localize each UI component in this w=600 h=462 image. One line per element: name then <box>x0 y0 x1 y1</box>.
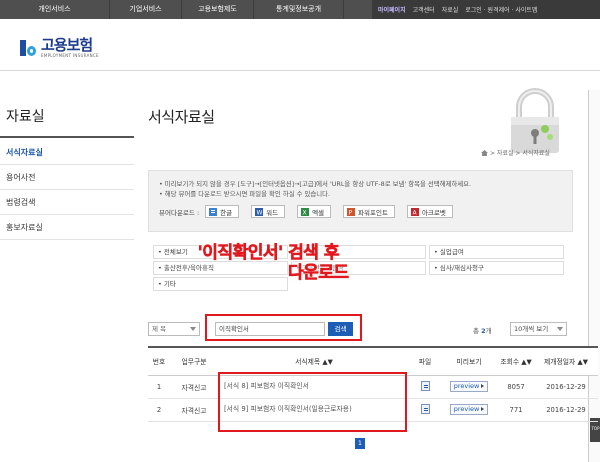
sidebar-item-forms[interactable]: 서식자료실 <box>0 140 134 165</box>
cell-no: 1 <box>148 375 170 399</box>
cell-file <box>410 375 440 399</box>
col-header-date[interactable]: 제개정일자 ▲▼ <box>534 346 598 376</box>
viewer-acrobat-label: 아크로벳 <box>421 208 446 217</box>
powerpoint-icon: P <box>347 207 356 216</box>
breadcrumb-text: > 자료실 > 서식자료실 <box>490 150 550 157</box>
viewer-download-row: 뷰어다운로드 : 한글 W 워드 X 엑셀 P 파워포인트 A 아크로벳 <box>159 205 562 218</box>
cell-category: 자격신고 <box>170 375 218 399</box>
cell-views: 8057 <box>498 375 534 399</box>
header: 고용보험 EMPLOYMENT INSURANCE <box>0 19 600 71</box>
svg-text:W: W <box>257 209 263 216</box>
logo[interactable]: 고용보험 EMPLOYMENT INSURANCE <box>18 37 99 58</box>
per-page-value: 10개씩 보기 <box>514 325 549 333</box>
svg-text:P: P <box>349 209 353 216</box>
word-icon: W <box>255 207 264 216</box>
breadcrumb: > 자료실 > 서식자료실 <box>481 148 550 157</box>
col-header-title[interactable]: 서식제목 ▲▼ <box>218 346 410 376</box>
search-button[interactable]: 검색 <box>328 322 353 336</box>
sidebar-divider <box>0 136 134 138</box>
total-prefix: 총 <box>473 327 479 335</box>
col-header-category: 업무구분 <box>170 346 218 376</box>
cell-category: 자격신고 <box>170 398 218 422</box>
util-links[interactable]: 로그인 · 원격제어 · 사이트맵 <box>465 5 537 14</box>
notice-line-1: • 미리보기가 되지 않을 경우 [도구]→[인터넷옵션]→[고급]에서 'UR… <box>159 180 472 188</box>
cell-date: 2016-12-29 <box>534 375 598 399</box>
col-header-file: 파일 <box>410 346 440 376</box>
annotation-text: '이직확인서' 검색 후 다운로드 <box>188 243 350 284</box>
highlight-box-results <box>218 372 407 432</box>
customer-center-link[interactable]: 고객센터 <box>413 5 435 14</box>
preview-label: preview <box>453 382 480 390</box>
my-area: 마이페이지 고객센터 자료실 로그인 · 원격제어 · 사이트맵 <box>372 0 600 19</box>
search-field-value: 제 목 <box>152 325 167 333</box>
viewer-excel-button[interactable]: X 엑셀 <box>297 205 332 218</box>
notice-box: • 미리보기가 되지 않을 경우 [도구]→[인터넷옵션]→[고급]에서 'UR… <box>148 170 573 232</box>
hangul-icon <box>209 207 218 216</box>
cell-no: 2 <box>148 398 170 422</box>
cell-views: 771 <box>498 398 534 422</box>
category-unemployment[interactable]: • 실업급여 <box>429 245 564 259</box>
chevron-down-icon <box>557 327 563 331</box>
lock-icon <box>511 88 559 153</box>
menu-statistics[interactable]: 통계및정보공개 <box>254 0 344 19</box>
sidebar-item-glossary[interactable]: 용어사전 <box>0 165 134 190</box>
home-icon[interactable] <box>481 150 488 156</box>
logo-icon <box>18 38 38 58</box>
sidebar-title: 자료실 <box>6 109 45 125</box>
per-page-select[interactable]: 10개씩 보기 <box>510 322 567 336</box>
logo-title: 고용보험 <box>41 36 93 54</box>
svg-text:X: X <box>303 209 307 216</box>
file-download-icon[interactable] <box>420 380 430 391</box>
file-download-icon[interactable] <box>420 403 430 414</box>
menu-business-service[interactable]: 기업서비스 <box>110 0 182 19</box>
top-navigation: 개인서비스 기업서비스 고용보험제도 통계및정보공개 마이페이지 고객센터 자료… <box>0 0 600 19</box>
preview-button[interactable]: preview <box>449 404 489 415</box>
preview-label: preview <box>453 405 480 413</box>
cell-preview: preview <box>440 398 498 422</box>
viewer-excel-label: 엑셀 <box>312 208 325 217</box>
category-appeal[interactable]: • 심사/재심사청구 <box>429 261 564 275</box>
menu-insurance-system[interactable]: 고용보험제도 <box>182 0 254 19</box>
sidebar-item-pr-materials[interactable]: 홍보자료실 <box>0 215 134 240</box>
cell-file <box>410 398 440 422</box>
pagination-current-page[interactable]: 1 <box>355 438 365 449</box>
viewer-word-label: 워드 <box>266 208 279 217</box>
sidebar-item-law-search[interactable]: 법령검색 <box>0 190 134 215</box>
col-header-no: 번호 <box>148 346 170 376</box>
search-input[interactable]: 이직확인서 <box>215 322 325 336</box>
viewer-powerpoint-label: 파워포인트 <box>358 208 388 217</box>
preview-button[interactable]: preview <box>449 381 489 392</box>
cell-date: 2016-12-29 <box>534 398 598 422</box>
archive-link[interactable]: 자료실 <box>442 5 459 14</box>
my-page-link[interactable]: 마이페이지 <box>378 5 406 14</box>
logo-subtitle: EMPLOYMENT INSURANCE <box>41 53 99 58</box>
col-header-views[interactable]: 조회수 ▲▼ <box>498 346 534 376</box>
viewer-powerpoint-button[interactable]: P 파워포인트 <box>343 205 395 218</box>
page-title: 서식자료실 <box>148 108 215 126</box>
viewer-word-button[interactable]: W 워드 <box>251 205 286 218</box>
annotation-line-1: '이직확인서' 검색 후 <box>197 243 339 264</box>
viewer-download-label: 뷰어다운로드 : <box>159 208 200 217</box>
viewer-hangul-button[interactable]: 한글 <box>205 205 240 218</box>
notice-line-2: • 해당 뷰어를 다운로드 받으시면 파일을 확인 하실 수 있습니다. <box>159 190 331 198</box>
col-header-preview: 미리보기 <box>440 346 498 376</box>
search-bar: 제 목 이직확인서 검색 총 2개 10개씩 보기 <box>148 314 578 342</box>
menu-personal-service[interactable]: 개인서비스 <box>0 0 110 19</box>
sidebar: 자료실 서식자료실 용어사전 법령검색 홍보자료실 <box>0 106 134 240</box>
annotation-line-2: 다운로드 <box>288 263 350 284</box>
viewer-acrobat-button[interactable]: A 아크로벳 <box>406 205 453 218</box>
cell-preview: preview <box>440 375 498 399</box>
excel-icon: X <box>301 207 310 216</box>
search-field-select[interactable]: 제 목 <box>148 322 200 336</box>
acrobat-icon: A <box>410 207 419 216</box>
play-icon <box>481 384 485 388</box>
viewer-hangul-label: 한글 <box>220 208 233 217</box>
table-header-row: 번호 업무구분 서식제목 ▲▼ 파일 미리보기 조회수 ▲▼ 제개정일자 ▲▼ <box>148 346 598 376</box>
total-count: 총 2개 <box>473 325 492 335</box>
scroll-top-button[interactable]: TOP <box>590 418 600 442</box>
play-icon <box>481 407 485 411</box>
total-suffix: 개 <box>485 327 492 335</box>
chevron-down-icon <box>190 327 196 331</box>
